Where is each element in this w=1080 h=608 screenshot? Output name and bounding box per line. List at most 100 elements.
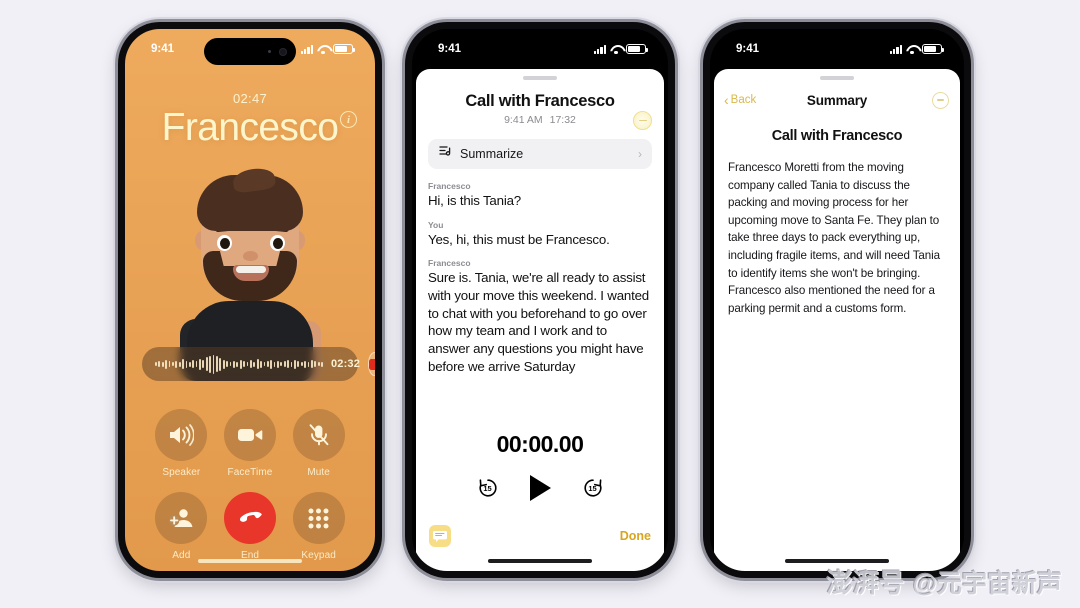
info-icon[interactable]: i xyxy=(340,111,357,128)
status-bar: 9:41 xyxy=(710,29,964,63)
call-button-label: Keypad xyxy=(301,550,336,561)
end-call-icon[interactable] xyxy=(223,492,276,544)
audio-waveform xyxy=(155,354,323,374)
transcript-item: Francesco Hi, is this Tania? xyxy=(428,181,652,210)
transcript-item: Francesco Sure is. Tania, we're all read… xyxy=(428,258,652,375)
skip-forward-label: 15 xyxy=(588,483,597,493)
phone-2-screen: 9:41 Call with Francesco 9:41 AM 17:32 S… xyxy=(412,29,668,571)
summary-nav-bar: ‹ Back Summary xyxy=(714,86,960,114)
skip-back-15-icon[interactable]: 15 xyxy=(476,476,500,500)
summary-title: Call with Francesco xyxy=(771,128,903,144)
cellular-signal-icon xyxy=(889,44,902,54)
sheet-subtitle: 9:41 AM 17:32 xyxy=(416,114,664,126)
transcript-speaker: Francesco xyxy=(428,181,471,191)
watermark-handle: @元宇宙新声 xyxy=(912,570,1062,598)
phone-1-frame: 9:41 02:47 Francesco i 02:32 Speaker Fac… xyxy=(118,22,382,578)
memoji-avatar xyxy=(175,166,325,381)
recording-duration: 17:32 xyxy=(549,114,576,126)
island-camera xyxy=(279,47,287,56)
transcript-item: You Yes, hi, this must be Francesco. xyxy=(428,220,652,249)
transcript-text: Yes, hi, this must be Francesco. xyxy=(428,231,610,247)
page-title: Summary xyxy=(806,92,868,108)
phone-3-frame: 9:41 ‹ Back Summary Call with Francesco … xyxy=(703,22,971,578)
speaker-icon[interactable] xyxy=(155,409,208,461)
skip-forward-15-icon[interactable]: 15 xyxy=(581,476,605,500)
play-icon[interactable] xyxy=(529,475,551,501)
status-icons xyxy=(300,44,355,54)
call-button-label: FaceTime xyxy=(227,467,273,478)
apple-intelligence-icon[interactable] xyxy=(932,91,949,109)
call-button-label: Speaker xyxy=(162,467,201,478)
dynamic-island xyxy=(204,38,296,65)
call-button-speaker[interactable]: Speaker xyxy=(155,409,208,478)
summary-sheet: ‹ Back Summary Call with Francesco Franc… xyxy=(714,69,960,571)
cellular-signal-icon xyxy=(300,44,313,54)
recording-sheet: Call with Francesco 9:41 AM 17:32 Summar… xyxy=(416,69,664,571)
call-button-mute[interactable]: Mute xyxy=(292,409,345,478)
record-stop-button[interactable] xyxy=(368,352,375,376)
microphone-muted-icon[interactable] xyxy=(292,409,345,461)
home-indicator[interactable] xyxy=(198,558,302,563)
battery-icon xyxy=(626,44,648,54)
summary-body: Francesco Moretti from the moving compan… xyxy=(728,161,940,315)
transcript-speaker: Francesco xyxy=(428,258,471,269)
transcript-list: Francesco Hi, is this Tania? You Yes, hi… xyxy=(428,181,652,375)
call-controls-grid: Speaker FaceTime Mute Add End Keypad xyxy=(147,409,353,561)
phone-3-screen: 9:41 ‹ Back Summary Call with Francesco … xyxy=(710,29,964,571)
sheet-grabber[interactable] xyxy=(820,76,854,80)
add-person-icon[interactable] xyxy=(155,492,208,544)
status-icons xyxy=(593,44,648,54)
wifi-icon xyxy=(906,45,918,54)
chevron-left-icon: ‹ xyxy=(724,92,729,108)
transcript-text: Sure is. Tania, we're all ready to assis… xyxy=(428,270,649,374)
call-button-keypad[interactable]: Keypad xyxy=(292,492,345,561)
phone-1-screen: 9:41 02:47 Francesco i 02:32 Speaker Fac… xyxy=(125,29,375,571)
battery-icon xyxy=(333,44,355,54)
call-recording-bar[interactable]: 02:32 xyxy=(142,347,375,381)
summarize-label: Summarize xyxy=(460,147,524,161)
status-time: 9:41 xyxy=(151,43,175,55)
back-label: Back xyxy=(730,94,757,106)
island-sensor-dot xyxy=(267,49,271,54)
wifi-icon xyxy=(317,45,329,54)
call-duration: 02:47 xyxy=(232,91,268,106)
transcript-text: Hi, is this Tania? xyxy=(428,193,521,208)
transcript-speaker: You xyxy=(428,219,444,230)
caller-name: Francesco xyxy=(161,106,339,149)
summarize-icon xyxy=(438,145,452,163)
video-camera-icon[interactable] xyxy=(223,409,276,461)
transcript-bubble-icon[interactable] xyxy=(429,525,451,547)
status-time: 9:41 xyxy=(438,43,462,55)
keypad-icon[interactable] xyxy=(292,492,345,544)
watermark-brand: 澎湃号 xyxy=(826,568,905,598)
done-button[interactable]: Done xyxy=(620,529,651,543)
call-button-label: Mute xyxy=(307,467,330,478)
call-button-end[interactable]: End xyxy=(223,492,276,561)
status-time: 9:41 xyxy=(736,43,760,55)
status-bar: 9:41 xyxy=(412,29,668,63)
player-controls: 15 15 xyxy=(416,475,664,501)
sheet-grabber[interactable] xyxy=(523,76,557,80)
phone-2-frame: 9:41 Call with Francesco 9:41 AM 17:32 S… xyxy=(405,22,675,578)
apple-intelligence-icon[interactable] xyxy=(633,111,652,130)
call-button-add[interactable]: Add xyxy=(155,492,208,561)
battery-icon xyxy=(922,44,944,54)
audio-player: 00:00.00 15 15 xyxy=(416,431,664,501)
screenshot-stage: 9:41 02:47 Francesco i 02:32 Speaker Fac… xyxy=(0,0,1080,608)
sheet-footer: Done xyxy=(416,523,664,549)
recording-time: 9:41 AM xyxy=(504,114,543,126)
status-icons xyxy=(889,44,944,54)
cellular-signal-icon xyxy=(593,44,606,54)
wifi-icon xyxy=(610,45,622,54)
summarize-row[interactable]: Summarize › xyxy=(428,139,652,169)
home-indicator[interactable] xyxy=(488,558,592,563)
call-button-label: Add xyxy=(172,550,191,561)
back-button[interactable]: ‹ Back xyxy=(724,93,756,107)
recording-elapsed: 02:32 xyxy=(330,358,361,370)
sheet-title: Call with Francesco xyxy=(465,92,615,110)
chevron-right-icon: › xyxy=(638,147,642,161)
player-timecode: 00:00.00 xyxy=(496,431,584,457)
call-button-facetime[interactable]: FaceTime xyxy=(223,409,276,478)
watermark: 澎湃号 @元宇宙新声 xyxy=(827,563,1062,600)
skip-back-label: 15 xyxy=(483,483,492,493)
